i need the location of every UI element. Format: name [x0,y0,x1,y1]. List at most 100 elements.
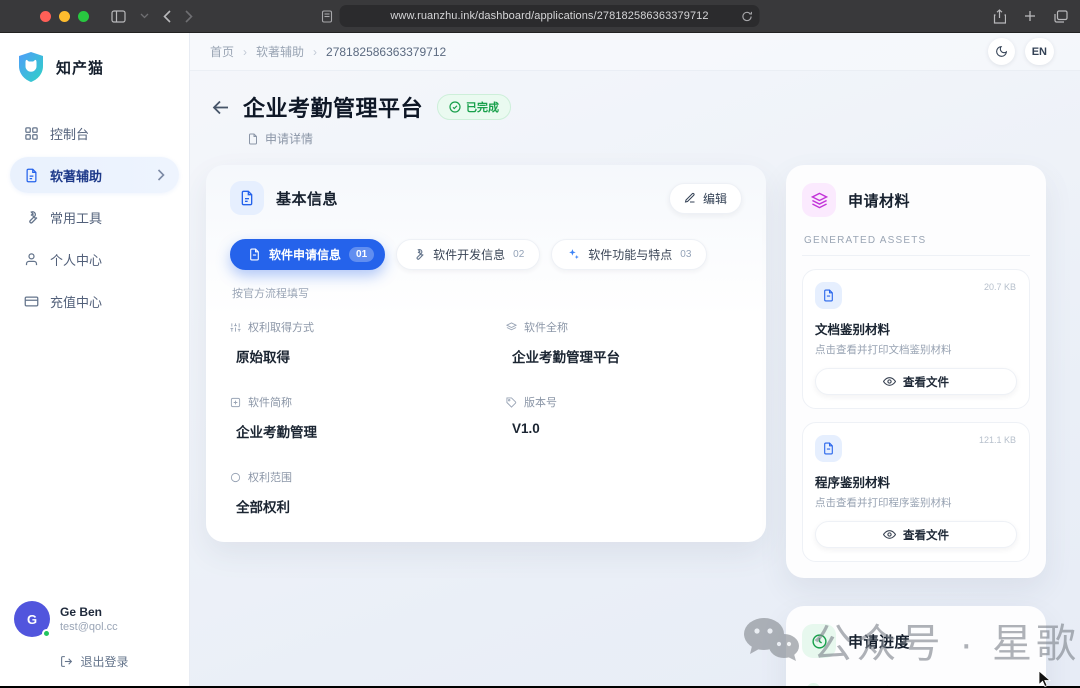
tab-features[interactable]: 软件功能与特点 03 [551,239,707,270]
sidebar-item-label: 个人中心 [50,250,102,269]
clock-icon [802,624,836,658]
asset-program-materials[interactable]: 121.1 KB 程序鉴别材料 点击查看并打印程序鉴别材料 查看文件 [802,422,1030,562]
field-label: 版本号 [524,394,557,410]
moon-icon [995,45,1008,58]
grid-icon [24,126,39,141]
step-title: 材料生成完成 [831,682,906,686]
asset-title: 文档鉴别材料 [815,319,1017,338]
back-navigation-icon[interactable] [163,10,171,23]
field-value: V1.0 [512,421,742,436]
sidebar-nav: 控制台 软著辅助 常用工具 [0,115,189,319]
form-hint: 按官方流程填写 [232,285,742,301]
sidebar-toggle-icon[interactable] [111,10,126,23]
file-size-badge: 20.7 KB [984,282,1016,292]
view-file-button[interactable]: 查看文件 [815,368,1017,395]
mouse-cursor [1038,670,1051,688]
field-label: 权利取得方式 [248,319,314,335]
url-text: www.ruanzhu.ink/dashboard/applications/2… [390,10,708,22]
tag-icon [506,397,517,408]
sidebar-item-recharge[interactable]: 充值中心 [10,283,179,319]
page-title: 企业考勤管理平台 [243,91,423,123]
info-fields: 权利取得方式 原始取得 软件全称 企业考勤管理平台 [230,319,742,516]
asset-description: 点击查看并打印程序鉴别材料 [815,495,1017,510]
credit-card-icon [24,294,39,309]
field-value: 原始取得 [236,346,466,366]
generated-assets-label: GENERATED ASSETS [802,235,1030,256]
sidebar-item-dashboard[interactable]: 控制台 [10,115,179,151]
sidebar-item-label: 充值中心 [50,292,102,311]
forward-navigation-icon[interactable] [185,10,193,23]
browser-toolbar: www.ruanzhu.ink/dashboard/applications/2… [0,0,1080,33]
brand[interactable]: 知产猫 [0,33,189,89]
sliders-icon [230,322,241,333]
pencil-icon [684,192,696,204]
field-label: 软件简称 [248,394,292,410]
edit-button[interactable]: 编辑 [669,183,742,214]
view-file-button[interactable]: 查看文件 [815,521,1017,548]
page-settings-icon[interactable] [321,10,334,23]
field-value: 企业考勤管理平台 [512,346,742,366]
view-file-label: 查看文件 [903,374,949,390]
tab-number-badge: 02 [513,249,524,260]
layers-icon [506,322,517,333]
wrench-icon [412,248,425,261]
breadcrumb-current: 278182586363379712 [326,45,446,59]
zoom-window-button[interactable] [78,11,89,22]
minimize-window-button[interactable] [59,11,70,22]
progress-card: 申请进度 材料生成完成 2026/02/06 15:02:08 [786,606,1046,686]
theme-toggle-button[interactable] [988,38,1015,65]
status-badge: 已完成 [437,94,511,120]
breadcrumb: 首页 软著辅助 278182586363379712 [210,43,446,60]
sidebar: 知产猫 控制台 软著辅助 [0,33,190,686]
breadcrumb-home[interactable]: 首页 [210,43,234,60]
materials-title: 申请材料 [848,190,910,211]
eye-icon [883,375,896,388]
field-software-fullname: 软件全称 企业考勤管理平台 [506,319,742,366]
field-software-shortname: 软件简称 企业考勤管理 [230,394,466,441]
basic-info-icon [230,181,264,215]
logout-label: 退出登录 [80,653,128,670]
tab-number-badge: 01 [349,247,374,262]
brand-name: 知产猫 [56,57,104,78]
sparkles-icon [567,248,580,261]
info-tabs: 软件申请信息 01 软件开发信息 02 [230,239,742,270]
file-icon [815,282,842,309]
window-controls [40,11,89,22]
field-label: 软件全称 [524,319,568,335]
reload-icon[interactable] [742,11,753,22]
sidebar-item-profile[interactable]: 个人中心 [10,241,179,277]
progress-title: 申请进度 [848,631,910,652]
edit-button-label: 编辑 [703,190,727,207]
language-toggle-button[interactable]: EN [1025,38,1054,65]
field-label: 权利范围 [248,469,292,485]
page-subtitle: 申请详情 [247,130,1080,147]
chevron-down-icon[interactable] [140,13,149,19]
share-icon[interactable] [993,9,1006,24]
sidebar-item-copyright-assist[interactable]: 软著辅助 [10,157,179,193]
sidebar-item-tools[interactable]: 常用工具 [10,199,179,235]
tab-label: 软件开发信息 [433,246,505,263]
field-value: 全部权利 [236,496,466,516]
page-subtitle-label: 申请详情 [265,130,313,147]
materials-card: 申请材料 GENERATED ASSETS 20.7 KB 文档鉴别材料 点击查… [786,165,1046,578]
progress-timeline: 材料生成完成 2026/02/06 15:02:08 所有申请材料已生成完毕。 [802,682,1030,686]
new-tab-icon[interactable] [1024,10,1036,22]
tab-application-info[interactable]: 软件申请信息 01 [230,239,385,270]
breadcrumb-section[interactable]: 软著辅助 [256,43,304,60]
field-version: 版本号 V1.0 [506,394,742,441]
user-email: test@qol.cc [60,621,118,633]
tab-label: 软件申请信息 [269,246,341,263]
logout-button[interactable]: 退出登录 [14,653,175,670]
file-icon [815,435,842,462]
back-button[interactable] [212,100,229,115]
basic-info-title: 基本信息 [276,188,338,209]
address-bar[interactable]: www.ruanzhu.ink/dashboard/applications/2… [340,5,760,27]
asset-document-materials[interactable]: 20.7 KB 文档鉴别材料 点击查看并打印文档鉴别材料 查看文件 [802,269,1030,409]
circle-icon [230,472,241,483]
brand-logo-icon [16,51,46,83]
user-card[interactable]: G Ge Ben test@qol.cc [14,601,175,637]
tab-development-info[interactable]: 软件开发信息 02 [396,239,540,270]
tab-overview-icon[interactable] [1054,10,1068,23]
eye-icon [883,528,896,541]
close-window-button[interactable] [40,11,51,22]
